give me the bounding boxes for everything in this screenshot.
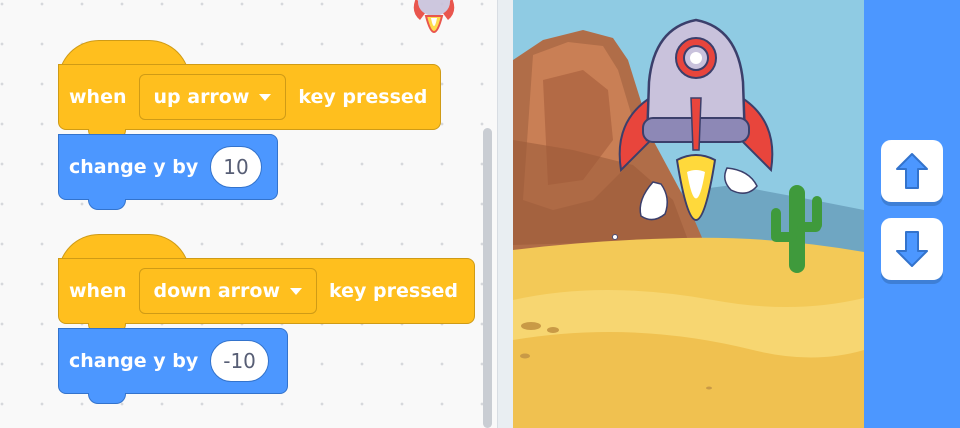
stage[interactable]: [513, 0, 864, 428]
down-arrow-icon: [896, 231, 928, 267]
chevron-down-icon: [259, 93, 272, 101]
code-area[interactable]: when up arrow key pressed change y by 10…: [0, 0, 497, 428]
key-dropdown-value: down arrow: [153, 280, 281, 302]
hat-block-body[interactable]: when up arrow key pressed: [58, 64, 441, 130]
arrow-controls-panel: [864, 0, 960, 428]
change-y-value-input[interactable]: -10: [210, 340, 269, 382]
change-y-block-body[interactable]: change y by 10: [58, 134, 278, 200]
desert-backdrop: [513, 0, 864, 428]
key-dropdown-value: up arrow: [153, 86, 250, 108]
key-dropdown[interactable]: up arrow: [138, 74, 287, 120]
vertical-scrollbar[interactable]: [483, 128, 492, 428]
down-arrow-button[interactable]: [881, 218, 943, 280]
up-arrow-icon: [896, 153, 928, 189]
chevron-down-icon: [290, 287, 303, 295]
block-notch: [88, 393, 126, 404]
hat-block-body[interactable]: when down arrow key pressed: [58, 258, 475, 324]
hat-suffix-label: key pressed: [329, 280, 458, 302]
up-arrow-button[interactable]: [881, 140, 943, 202]
hat-prefix-label: when: [69, 86, 127, 108]
change-y-value-input[interactable]: 10: [210, 146, 262, 188]
change-y-label: change y by: [69, 156, 199, 178]
rocket-sprite-thumbnail: [413, 0, 455, 33]
change-y-block-body[interactable]: change y by -10: [58, 328, 288, 394]
panel-divider: [497, 0, 513, 428]
hat-suffix-label: key pressed: [298, 86, 428, 108]
key-dropdown[interactable]: down arrow: [138, 268, 318, 314]
hat-prefix-label: when: [69, 280, 127, 302]
block-notch: [88, 199, 126, 210]
change-y-label: change y by: [69, 350, 199, 372]
